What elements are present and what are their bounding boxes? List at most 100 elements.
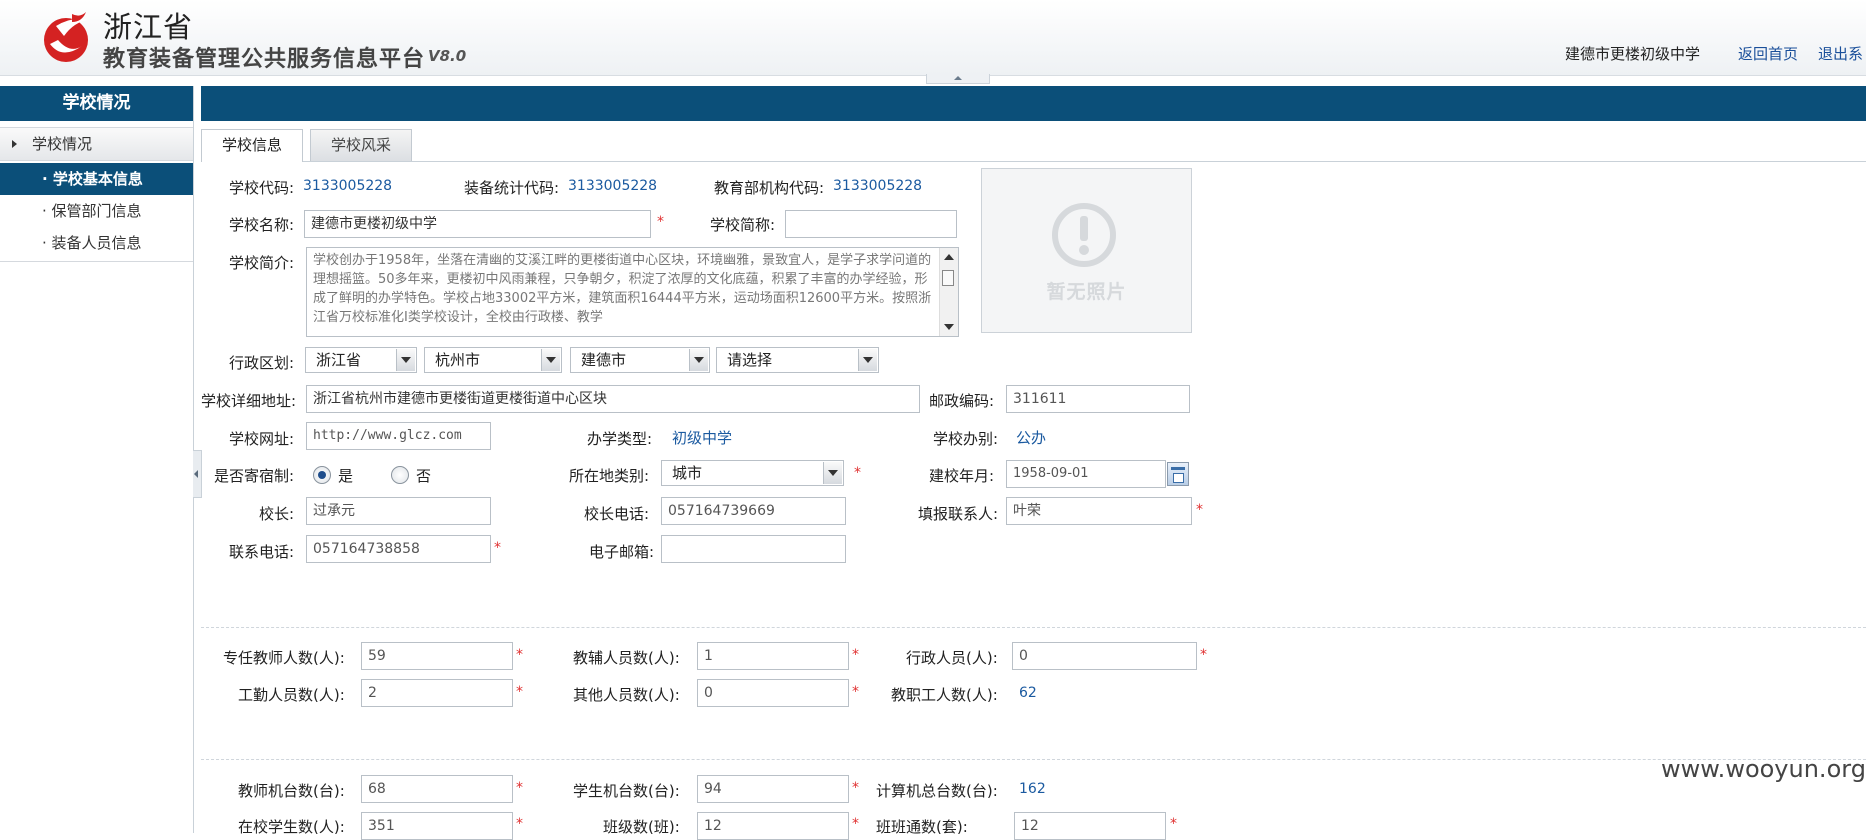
platform-version: V8.0 <box>428 47 467 65</box>
workers-label: 工勤人员数(人): <box>238 686 345 704</box>
classes-input[interactable]: 12 <box>697 812 849 840</box>
principal-phone-input[interactable]: 057164739669 <box>661 497 846 525</box>
logo-icon <box>44 12 88 62</box>
calendar-icon[interactable] <box>1167 462 1189 486</box>
required-mark: * <box>494 540 501 556</box>
founded-date-input[interactable]: 1958-09-01 <box>1006 460 1166 488</box>
short-name-label: 学校简称: <box>710 216 776 234</box>
school-code-label: 学校代码: <box>229 179 295 197</box>
chevron-down-icon <box>858 349 877 371</box>
required-mark: * <box>852 684 859 700</box>
students-label: 在校学生数(人): <box>238 818 345 836</box>
contact-label: 填报联系人: <box>918 505 999 523</box>
sidebar-group-school[interactable]: 学校情况 <box>0 127 193 161</box>
class-sets-input[interactable]: 12 <box>1014 812 1166 840</box>
teacher-pcs-input[interactable]: 68 <box>361 775 513 803</box>
collapse-header-handle[interactable] <box>926 74 990 84</box>
section-divider <box>201 627 1866 628</box>
website-input[interactable]: http://www.glcz.com <box>306 422 491 450</box>
sidebar-item-equipment-staff[interactable]: · 装备人员信息 <box>0 227 193 259</box>
boarding-label: 是否寄宿制: <box>214 467 295 485</box>
scroll-down-icon[interactable] <box>944 324 954 330</box>
county-select[interactable]: 建德市 <box>570 347 710 373</box>
main-title-bar <box>201 86 1866 121</box>
intro-textarea[interactable]: 学校创办于1958年，坐落在清幽的艾溪江畔的更楼街道中心区块，环境幽雅，景致宜人… <box>306 247 959 337</box>
province-select[interactable]: 浙江省 <box>305 347 417 373</box>
intro-scrollbar[interactable] <box>939 248 958 336</box>
scroll-up-icon[interactable] <box>944 254 954 260</box>
required-mark: * <box>516 780 523 796</box>
teachers-input[interactable]: 59 <box>361 642 513 670</box>
chevron-down-icon <box>396 349 415 371</box>
stat-code-value: 3133005228 <box>568 178 658 194</box>
admins-input[interactable]: 0 <box>1012 642 1197 670</box>
city-select[interactable]: 杭州市 <box>424 347 562 373</box>
teacher-pcs-label: 教师机台数(台): <box>238 782 345 800</box>
short-name-input[interactable] <box>785 210 957 238</box>
scroll-thumb[interactable] <box>942 270 954 286</box>
admins-label: 行政人员(人): <box>906 649 998 667</box>
sidebar-title: 学校情况 <box>0 86 193 121</box>
required-mark: * <box>657 214 664 230</box>
required-mark: * <box>852 816 859 832</box>
student-pcs-input[interactable]: 94 <box>697 775 849 803</box>
others-input[interactable]: 0 <box>697 679 849 707</box>
school-type-label: 办学类型: <box>587 430 653 448</box>
contact-input[interactable]: 叶荣 <box>1006 497 1192 525</box>
region-label: 行政区划: <box>229 354 295 372</box>
class-sets-label: 班班通数(套): <box>876 818 968 836</box>
chevron-down-icon <box>541 349 560 371</box>
sidebar: 学校情况 学校情况 · 学校基本信息 · 保管部门信息 · 装备人员信息 <box>0 86 194 833</box>
required-mark: * <box>1200 647 1207 663</box>
address-input[interactable]: 浙江省杭州市建德市更楼街道更楼街道中心区块 <box>306 385 920 413</box>
tab-school-style[interactable]: 学校风采 <box>310 129 412 161</box>
principal-phone-label: 校长电话: <box>584 505 650 523</box>
section-divider <box>201 759 1866 760</box>
province-select-value: 浙江省 <box>316 351 362 369</box>
postcode-input[interactable]: 311611 <box>1006 385 1190 413</box>
collapse-sidebar-handle[interactable] <box>193 450 202 498</box>
school-type-value: 初级中学 <box>672 429 733 447</box>
teachers-label: 专任教师人数(人): <box>223 649 345 667</box>
intro-text: 学校创办于1958年，坐落在清幽的艾溪江畔的更楼街道中心区块，环境幽雅，景致宜人… <box>313 253 932 325</box>
boarding-no-radio[interactable] <box>391 466 409 484</box>
principal-input[interactable]: 过承元 <box>306 497 491 525</box>
email-input[interactable] <box>661 535 846 563</box>
watermark-text: www.wooyun.org <box>1661 755 1866 783</box>
required-mark: * <box>516 816 523 832</box>
assistants-input[interactable]: 1 <box>697 642 849 670</box>
workers-input[interactable]: 2 <box>361 679 513 707</box>
location-type-value: 城市 <box>672 464 703 482</box>
boarding-yes-radio[interactable] <box>313 466 331 484</box>
location-type-select[interactable]: 城市 <box>661 460 844 486</box>
website-label: 学校网址: <box>229 430 295 448</box>
return-home-link[interactable]: 返回首页 <box>1738 43 1798 64</box>
email-label: 电子邮箱: <box>589 543 655 561</box>
boarding-yes-label: 是 <box>338 467 354 485</box>
others-label: 其他人员数(人): <box>573 686 680 704</box>
school-name-input[interactable]: 建德市更楼初级中学 <box>304 210 651 238</box>
total-pcs-value: 162 <box>1019 781 1046 797</box>
tab-bar: 学校信息 学校风采 <box>201 121 1866 162</box>
required-mark: * <box>854 465 861 481</box>
total-staff-label: 教职工人数(人): <box>891 686 998 704</box>
chevron-down-icon <box>823 462 842 484</box>
logo-province: 浙江省 <box>103 10 194 44</box>
edu-code-label: 教育部机构代码: <box>714 179 825 197</box>
sidebar-item-departments[interactable]: · 保管部门信息 <box>0 195 193 227</box>
intro-label: 学校简介: <box>229 254 295 272</box>
school-run-value: 公办 <box>1016 429 1047 447</box>
tab-school-info[interactable]: 学校信息 <box>201 129 303 162</box>
students-input[interactable]: 351 <box>361 812 513 840</box>
school-code-value: 3133005228 <box>303 178 393 194</box>
principal-label: 校长: <box>259 505 295 523</box>
logout-link[interactable]: 退出系 <box>1818 43 1863 64</box>
sidebar-item-basic-info[interactable]: · 学校基本信息 <box>0 163 193 195</box>
exclamation-icon <box>1052 203 1116 267</box>
school-photo-placeholder: 暂无照片 <box>981 168 1192 333</box>
chevron-down-icon <box>689 349 708 371</box>
assistants-label: 教辅人员数(人): <box>573 649 680 667</box>
town-select[interactable]: 请选择 <box>716 347 879 373</box>
county-select-value: 建德市 <box>581 351 627 369</box>
phone-input[interactable]: 057164738858 <box>306 535 491 563</box>
